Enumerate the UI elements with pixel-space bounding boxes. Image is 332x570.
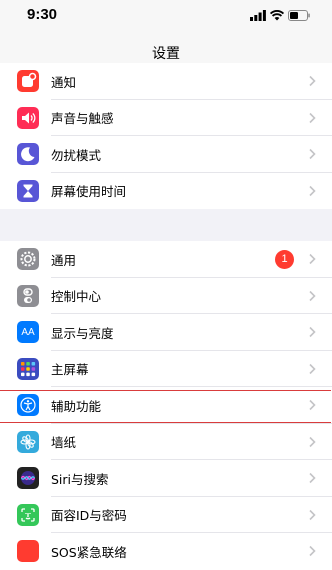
settings-row-control-center[interactable]: 控制中心 bbox=[0, 278, 332, 314]
status-bar: 9:30 bbox=[0, 0, 332, 30]
chevron-right-icon bbox=[309, 149, 316, 160]
settings-row-wallpaper[interactable]: 墙纸 bbox=[0, 424, 332, 460]
siri-icon bbox=[17, 467, 39, 490]
moon-icon bbox=[17, 143, 39, 166]
settings-row-sos[interactable]: SOS紧急联络 bbox=[0, 533, 332, 570]
settings-row-home-screen[interactable]: 主屏幕 bbox=[0, 351, 332, 387]
sos-icon bbox=[17, 540, 39, 563]
chevron-right-icon bbox=[309, 509, 316, 520]
page-title: 设置 bbox=[152, 46, 180, 62]
battery-icon bbox=[288, 9, 310, 21]
settings-row-siri[interactable]: Siri与搜索 bbox=[0, 460, 332, 497]
chevron-right-icon bbox=[309, 546, 316, 557]
settings-row-label: 辅助功能 bbox=[51, 398, 102, 414]
display-icon-text: AA bbox=[21, 326, 35, 338]
settings-row-label: 通知 bbox=[51, 74, 77, 90]
toggles-icon bbox=[17, 284, 39, 307]
chevron-right-icon bbox=[309, 185, 316, 196]
face-id-icon bbox=[17, 503, 39, 526]
settings-group-1: 通知 声音与触感 勿扰模式 屏幕使用时间 bbox=[0, 63, 332, 209]
settings-row-label: 显示与亮度 bbox=[51, 325, 114, 341]
settings-group-2: 通用 1 控制中心 AA 显示与亮度 主屏幕 辅助功能 墙纸 Siri与搜索 面… bbox=[0, 241, 332, 570]
chevron-right-icon bbox=[309, 76, 316, 87]
chevron-right-icon bbox=[309, 363, 316, 374]
chevron-right-icon bbox=[309, 327, 316, 338]
settings-row-label: 墙纸 bbox=[51, 435, 77, 451]
settings-row-label: Siri与搜索 bbox=[51, 471, 109, 487]
sound-icon bbox=[17, 106, 39, 129]
settings-row-label: 面容ID与密码 bbox=[51, 508, 127, 524]
wifi-icon bbox=[270, 9, 284, 20]
chevron-right-icon bbox=[309, 254, 316, 265]
notification-badge: 1 bbox=[275, 249, 294, 269]
settings-row-sound[interactable]: 声音与触感 bbox=[0, 100, 332, 136]
notifications-icon bbox=[17, 70, 39, 93]
settings-row-display[interactable]: AA 显示与亮度 bbox=[0, 314, 332, 351]
settings-row-do-not-disturb[interactable]: 勿扰模式 bbox=[0, 136, 332, 173]
accessibility-icon bbox=[17, 394, 39, 417]
settings-row-notifications[interactable]: 通知 bbox=[0, 63, 332, 100]
chevron-right-icon bbox=[309, 112, 316, 123]
settings-row-label: 主屏幕 bbox=[51, 362, 89, 378]
settings-row-accessibility[interactable]: 辅助功能 bbox=[0, 387, 332, 424]
hourglass-icon bbox=[17, 179, 39, 202]
settings-row-label: 勿扰模式 bbox=[51, 147, 102, 163]
cellular-signal-icon bbox=[250, 9, 266, 21]
settings-row-label: 屏幕使用时间 bbox=[51, 184, 127, 200]
wallpaper-icon bbox=[17, 430, 39, 453]
home-screen-icon bbox=[17, 357, 39, 380]
settings-row-label: 通用 bbox=[51, 252, 77, 268]
status-icons bbox=[250, 9, 310, 21]
settings-row-label: 声音与触感 bbox=[51, 111, 114, 127]
chevron-right-icon bbox=[309, 473, 316, 484]
status-time: 9:30 bbox=[27, 6, 58, 23]
display-icon: AA bbox=[17, 321, 39, 344]
settings-row-general[interactable]: 通用 1 bbox=[0, 241, 332, 278]
chevron-right-icon bbox=[309, 400, 316, 411]
gear-icon bbox=[17, 248, 39, 271]
settings-row-screen-time[interactable]: 屏幕使用时间 bbox=[0, 173, 332, 210]
settings-row-label: 控制中心 bbox=[51, 289, 102, 305]
settings-row-face-id[interactable]: 面容ID与密码 bbox=[0, 497, 332, 533]
chevron-right-icon bbox=[309, 290, 316, 301]
chevron-right-icon bbox=[309, 436, 316, 447]
